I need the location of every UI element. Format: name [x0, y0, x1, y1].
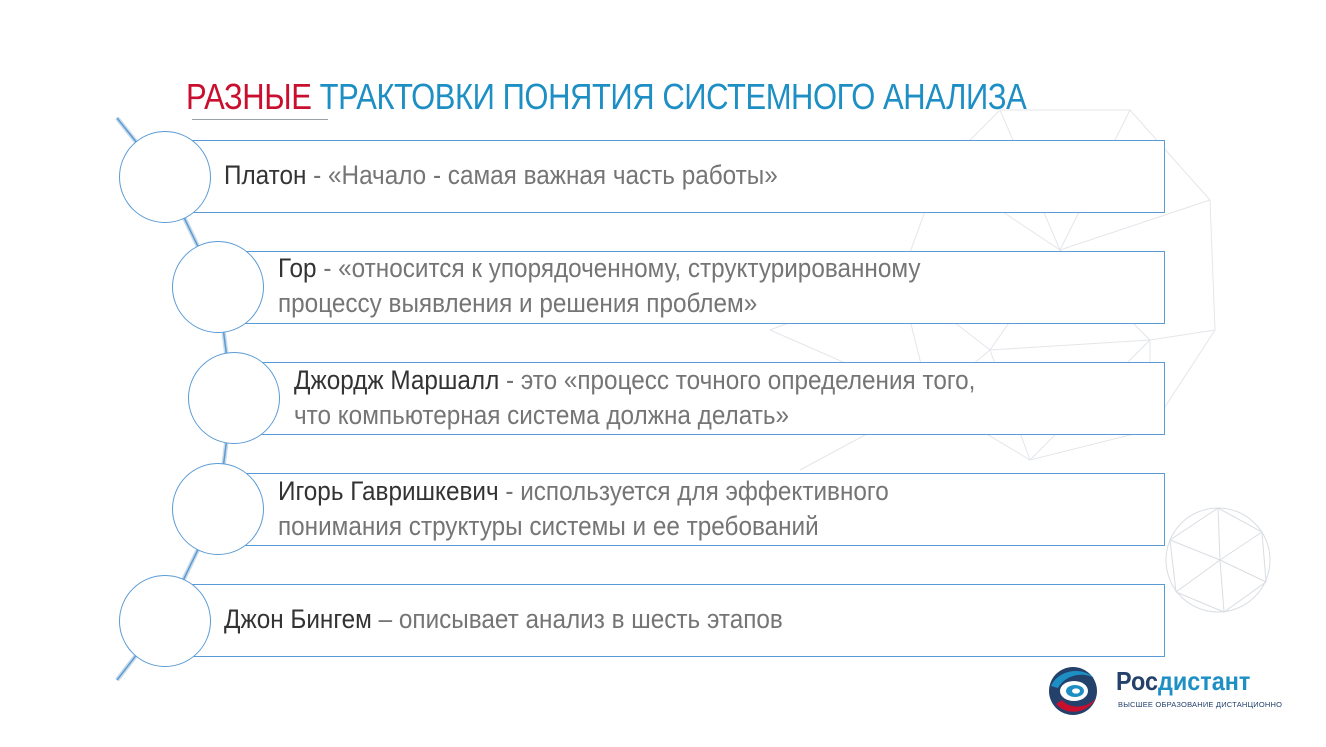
quote-gor-line-1: - «относится к упорядоченному, структури… [316, 253, 921, 283]
definition-text-gor: Гор - «относится к упорядоченному, струк… [278, 251, 920, 321]
quote-gor-line-2: процессу выявления и решения проблем» [278, 288, 758, 318]
quote-gavrishkevich-line-2: понимания структуры системы и ее требова… [278, 511, 819, 541]
definition-text-plato: Платон - «Начало - самая важная часть ра… [224, 158, 778, 193]
timeline-marker-4 [172, 463, 264, 555]
quote-marshall-line-1: - это «процесс точного определения того, [499, 365, 976, 395]
quote-plato-line-1: - «Начало - самая важная часть работы» [306, 160, 778, 190]
definitions-timeline: Платон - «Начало - самая важная часть ра… [0, 0, 1326, 747]
rosdistant-logo: Росдистант ВЫСШЕЕ ОБРАЗОВАНИЕ ДИСТАНЦИОН… [1044, 660, 1284, 720]
definition-text-gavrishkevich: Игорь Гавришкевич - используется для эфф… [278, 474, 889, 544]
definition-text-bingham: Джон Бингем – описывает анализ в шесть э… [224, 602, 783, 637]
logo-tagline: ВЫСШЕЕ ОБРАЗОВАНИЕ ДИСТАНЦИОННО [1118, 700, 1283, 709]
rosdistant-emblem-icon [1049, 667, 1097, 715]
quote-gavrishkevich-line-1: - используется для эффективного [498, 476, 889, 506]
timeline-marker-2 [172, 241, 264, 333]
author-bingham: Джон Бингем [224, 604, 372, 634]
timeline-marker-5 [119, 575, 211, 667]
logo-wordmark: Росдистант [1116, 666, 1250, 696]
quote-bingham-line-1: – описывает анализ в шесть этапов [371, 604, 783, 634]
quote-marshall-line-2: что компьютерная система должна делать» [294, 400, 789, 430]
timeline-marker-3 [188, 352, 280, 444]
author-plato: Платон [224, 160, 307, 190]
definition-text-marshall: Джордж Маршалл - это «процесс точного оп… [294, 363, 975, 433]
author-gor: Гор [278, 253, 317, 283]
logo-name-part-1: Рос [1116, 666, 1159, 696]
author-marshall: Джордж Маршалл [294, 365, 500, 395]
author-gavrishkevich: Игорь Гавришкевич [278, 476, 499, 506]
logo-name-part-2: дистант [1158, 666, 1251, 696]
slide: РАЗНЫЕ ТРАКТОВКИ ПОНЯТИЯ СИСТЕМНОГО АНАЛ… [0, 0, 1326, 747]
timeline-marker-1 [119, 131, 211, 223]
